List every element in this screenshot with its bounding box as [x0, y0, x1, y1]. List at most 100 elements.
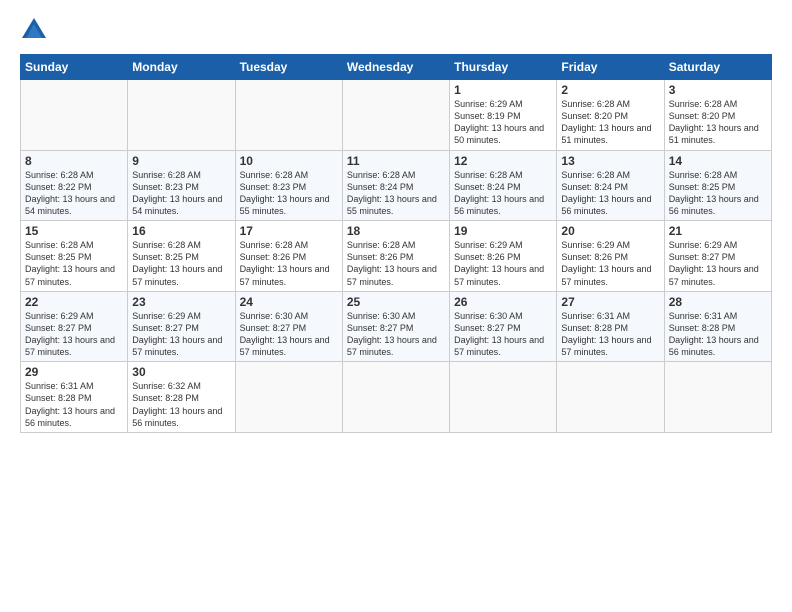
day-info: Sunrise: 6:28 AM Sunset: 8:24 PM Dayligh…	[561, 169, 659, 218]
day-number: 18	[347, 224, 445, 238]
header-friday: Friday	[557, 55, 664, 80]
calendar-cell: 12Sunrise: 6:28 AM Sunset: 8:24 PM Dayli…	[450, 150, 557, 221]
day-info: Sunrise: 6:29 AM Sunset: 8:26 PM Dayligh…	[454, 239, 552, 288]
week-row-3: 15Sunrise: 6:28 AM Sunset: 8:25 PM Dayli…	[21, 221, 772, 292]
week-row-2: 8Sunrise: 6:28 AM Sunset: 8:22 PM Daylig…	[21, 150, 772, 221]
calendar-cell: 22Sunrise: 6:29 AM Sunset: 8:27 PM Dayli…	[21, 291, 128, 362]
day-number: 10	[240, 154, 338, 168]
calendar-cell	[342, 362, 449, 433]
calendar-cell: 29Sunrise: 6:31 AM Sunset: 8:28 PM Dayli…	[21, 362, 128, 433]
calendar-cell	[557, 362, 664, 433]
calendar-table: SundayMondayTuesdayWednesdayThursdayFrid…	[20, 54, 772, 433]
calendar-body: 1Sunrise: 6:29 AM Sunset: 8:19 PM Daylig…	[21, 80, 772, 433]
calendar-cell	[450, 362, 557, 433]
day-number: 24	[240, 295, 338, 309]
calendar-cell: 8Sunrise: 6:28 AM Sunset: 8:22 PM Daylig…	[21, 150, 128, 221]
day-number: 26	[454, 295, 552, 309]
day-number: 19	[454, 224, 552, 238]
day-number: 29	[25, 365, 123, 379]
day-info: Sunrise: 6:28 AM Sunset: 8:23 PM Dayligh…	[240, 169, 338, 218]
day-info: Sunrise: 6:29 AM Sunset: 8:26 PM Dayligh…	[561, 239, 659, 288]
calendar-cell: 17Sunrise: 6:28 AM Sunset: 8:26 PM Dayli…	[235, 221, 342, 292]
day-number: 15	[25, 224, 123, 238]
day-info: Sunrise: 6:28 AM Sunset: 8:25 PM Dayligh…	[669, 169, 767, 218]
page-header	[20, 16, 772, 44]
day-number: 21	[669, 224, 767, 238]
day-info: Sunrise: 6:28 AM Sunset: 8:23 PM Dayligh…	[132, 169, 230, 218]
day-number: 12	[454, 154, 552, 168]
calendar-cell	[235, 362, 342, 433]
calendar-cell: 16Sunrise: 6:28 AM Sunset: 8:25 PM Dayli…	[128, 221, 235, 292]
header-saturday: Saturday	[664, 55, 771, 80]
day-number: 23	[132, 295, 230, 309]
day-info: Sunrise: 6:28 AM Sunset: 8:20 PM Dayligh…	[669, 98, 767, 147]
header-wednesday: Wednesday	[342, 55, 449, 80]
day-number: 8	[25, 154, 123, 168]
calendar-cell: 15Sunrise: 6:28 AM Sunset: 8:25 PM Dayli…	[21, 221, 128, 292]
day-info: Sunrise: 6:31 AM Sunset: 8:28 PM Dayligh…	[561, 310, 659, 359]
day-number: 13	[561, 154, 659, 168]
day-number: 16	[132, 224, 230, 238]
day-info: Sunrise: 6:29 AM Sunset: 8:27 PM Dayligh…	[132, 310, 230, 359]
day-info: Sunrise: 6:28 AM Sunset: 8:24 PM Dayligh…	[347, 169, 445, 218]
week-row-1: 1Sunrise: 6:29 AM Sunset: 8:19 PM Daylig…	[21, 80, 772, 151]
calendar-cell: 9Sunrise: 6:28 AM Sunset: 8:23 PM Daylig…	[128, 150, 235, 221]
logo	[20, 16, 50, 44]
calendar-cell: 26Sunrise: 6:30 AM Sunset: 8:27 PM Dayli…	[450, 291, 557, 362]
day-info: Sunrise: 6:32 AM Sunset: 8:28 PM Dayligh…	[132, 380, 230, 429]
day-info: Sunrise: 6:28 AM Sunset: 8:26 PM Dayligh…	[347, 239, 445, 288]
day-info: Sunrise: 6:31 AM Sunset: 8:28 PM Dayligh…	[25, 380, 123, 429]
header-monday: Monday	[128, 55, 235, 80]
calendar-cell	[664, 362, 771, 433]
calendar-cell: 10Sunrise: 6:28 AM Sunset: 8:23 PM Dayli…	[235, 150, 342, 221]
day-number: 1	[454, 83, 552, 97]
calendar-cell: 23Sunrise: 6:29 AM Sunset: 8:27 PM Dayli…	[128, 291, 235, 362]
calendar-cell: 14Sunrise: 6:28 AM Sunset: 8:25 PM Dayli…	[664, 150, 771, 221]
calendar-cell: 1Sunrise: 6:29 AM Sunset: 8:19 PM Daylig…	[450, 80, 557, 151]
header-sunday: Sunday	[21, 55, 128, 80]
day-info: Sunrise: 6:30 AM Sunset: 8:27 PM Dayligh…	[240, 310, 338, 359]
day-number: 9	[132, 154, 230, 168]
day-info: Sunrise: 6:30 AM Sunset: 8:27 PM Dayligh…	[454, 310, 552, 359]
day-info: Sunrise: 6:31 AM Sunset: 8:28 PM Dayligh…	[669, 310, 767, 359]
day-number: 27	[561, 295, 659, 309]
calendar-cell: 13Sunrise: 6:28 AM Sunset: 8:24 PM Dayli…	[557, 150, 664, 221]
day-info: Sunrise: 6:29 AM Sunset: 8:27 PM Dayligh…	[25, 310, 123, 359]
day-number: 3	[669, 83, 767, 97]
day-info: Sunrise: 6:28 AM Sunset: 8:24 PM Dayligh…	[454, 169, 552, 218]
calendar-cell: 2Sunrise: 6:28 AM Sunset: 8:20 PM Daylig…	[557, 80, 664, 151]
calendar-cell: 20Sunrise: 6:29 AM Sunset: 8:26 PM Dayli…	[557, 221, 664, 292]
day-number: 2	[561, 83, 659, 97]
calendar-cell: 25Sunrise: 6:30 AM Sunset: 8:27 PM Dayli…	[342, 291, 449, 362]
day-info: Sunrise: 6:28 AM Sunset: 8:22 PM Dayligh…	[25, 169, 123, 218]
calendar-cell	[342, 80, 449, 151]
calendar-cell: 24Sunrise: 6:30 AM Sunset: 8:27 PM Dayli…	[235, 291, 342, 362]
calendar-cell: 3Sunrise: 6:28 AM Sunset: 8:20 PM Daylig…	[664, 80, 771, 151]
calendar-cell: 18Sunrise: 6:28 AM Sunset: 8:26 PM Dayli…	[342, 221, 449, 292]
calendar-cell: 28Sunrise: 6:31 AM Sunset: 8:28 PM Dayli…	[664, 291, 771, 362]
day-info: Sunrise: 6:28 AM Sunset: 8:25 PM Dayligh…	[25, 239, 123, 288]
day-number: 17	[240, 224, 338, 238]
day-info: Sunrise: 6:29 AM Sunset: 8:19 PM Dayligh…	[454, 98, 552, 147]
day-info: Sunrise: 6:28 AM Sunset: 8:20 PM Dayligh…	[561, 98, 659, 147]
calendar-cell	[128, 80, 235, 151]
calendar-header: SundayMondayTuesdayWednesdayThursdayFrid…	[21, 55, 772, 80]
calendar-cell: 21Sunrise: 6:29 AM Sunset: 8:27 PM Dayli…	[664, 221, 771, 292]
day-number: 25	[347, 295, 445, 309]
header-tuesday: Tuesday	[235, 55, 342, 80]
calendar-cell	[21, 80, 128, 151]
logo-icon	[20, 16, 48, 44]
day-info: Sunrise: 6:29 AM Sunset: 8:27 PM Dayligh…	[669, 239, 767, 288]
header-row: SundayMondayTuesdayWednesdayThursdayFrid…	[21, 55, 772, 80]
day-number: 14	[669, 154, 767, 168]
day-info: Sunrise: 6:28 AM Sunset: 8:25 PM Dayligh…	[132, 239, 230, 288]
calendar-cell	[235, 80, 342, 151]
week-row-4: 22Sunrise: 6:29 AM Sunset: 8:27 PM Dayli…	[21, 291, 772, 362]
week-row-5: 29Sunrise: 6:31 AM Sunset: 8:28 PM Dayli…	[21, 362, 772, 433]
calendar-cell: 19Sunrise: 6:29 AM Sunset: 8:26 PM Dayli…	[450, 221, 557, 292]
day-number: 11	[347, 154, 445, 168]
header-thursday: Thursday	[450, 55, 557, 80]
calendar-cell: 27Sunrise: 6:31 AM Sunset: 8:28 PM Dayli…	[557, 291, 664, 362]
day-number: 22	[25, 295, 123, 309]
day-info: Sunrise: 6:30 AM Sunset: 8:27 PM Dayligh…	[347, 310, 445, 359]
